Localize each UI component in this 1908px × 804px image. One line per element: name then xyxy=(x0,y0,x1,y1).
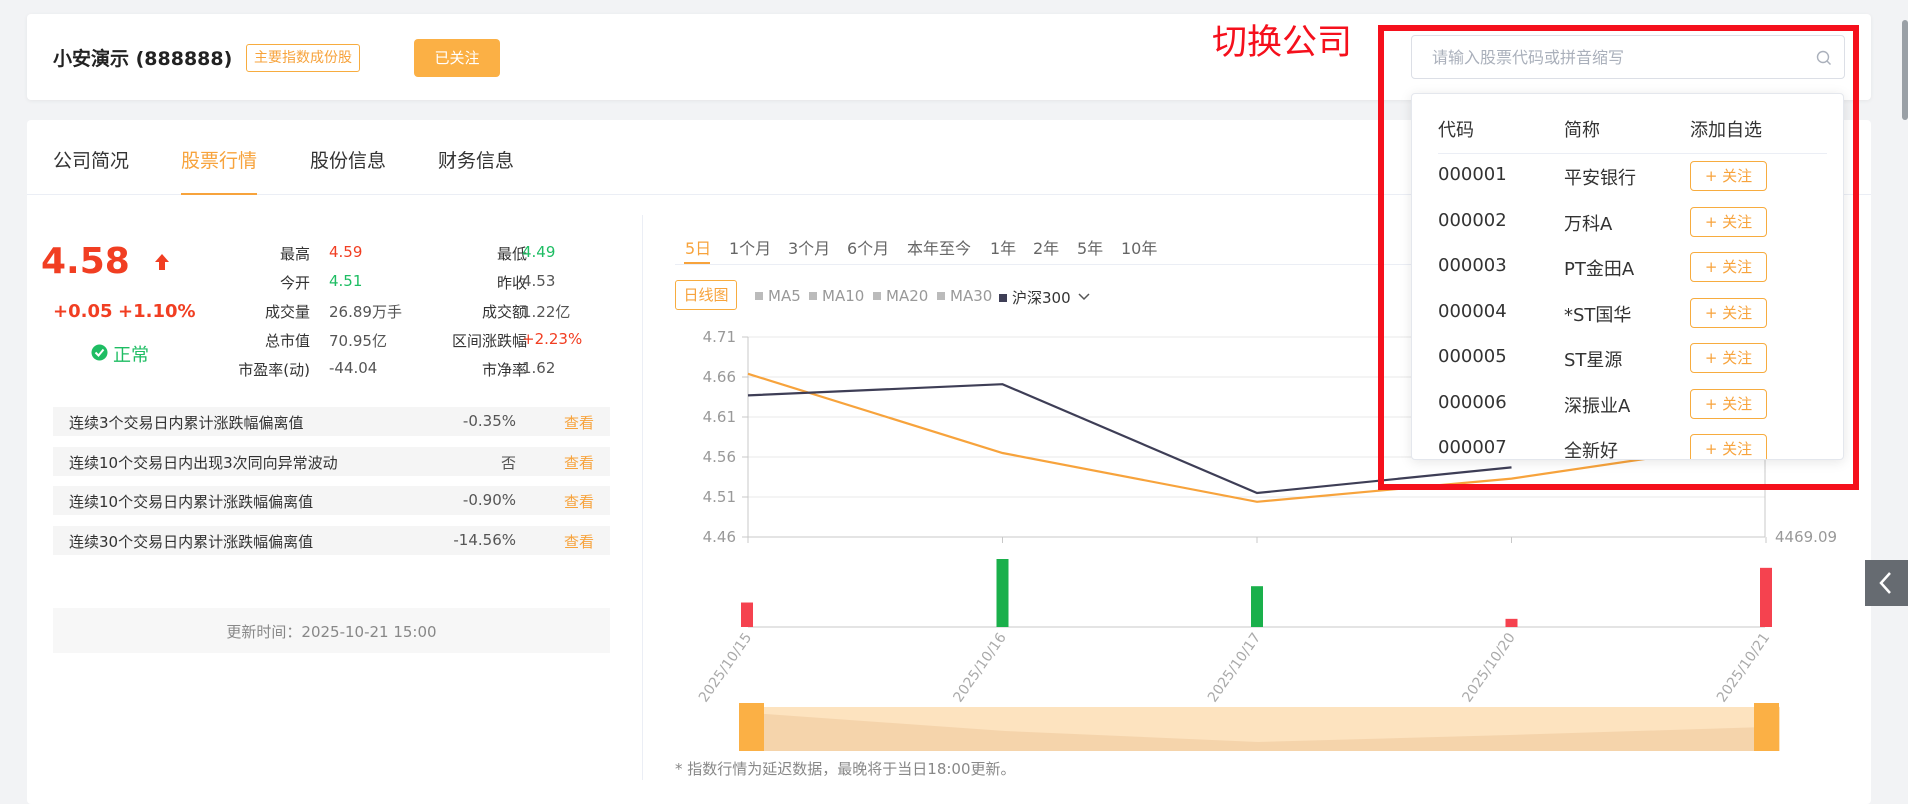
y-tick-label: 4.51 xyxy=(703,488,736,506)
x-tick-label: 2025/10/15 xyxy=(696,630,755,705)
chevron-left-icon[interactable] xyxy=(1865,560,1908,606)
x-tick-label: 2025/10/21 xyxy=(1714,630,1773,705)
y-tick-label: 4.56 xyxy=(703,448,736,466)
x-tick-label: 2025/10/16 xyxy=(950,630,1009,705)
page-scrollbar[interactable] xyxy=(1902,20,1908,120)
delay-note: * 指数行情为延迟数据，最晚将于当日18:00更新。 xyxy=(675,760,1016,778)
right-axis-label: 4469.09 xyxy=(1775,528,1837,546)
y-tick-label: 4.46 xyxy=(703,528,736,546)
y-tick-label: 4.71 xyxy=(703,328,736,346)
zoom-handle-left xyxy=(739,703,764,751)
zoom-handle-right xyxy=(1754,703,1779,751)
y-tick-label: 4.66 xyxy=(703,368,736,386)
volume-bar xyxy=(996,559,1009,627)
volume-bar xyxy=(741,602,753,627)
x-tick-label: 2025/10/20 xyxy=(1459,630,1518,705)
collapse-sidebar-button[interactable] xyxy=(1865,560,1908,606)
highlight-frame xyxy=(1378,25,1859,490)
x-tick-label: 2025/10/17 xyxy=(1205,630,1264,705)
y-tick-label: 4.61 xyxy=(703,408,736,426)
volume-bar xyxy=(1760,567,1772,627)
volume-bar xyxy=(1251,586,1263,627)
volume-bar xyxy=(1505,618,1518,627)
